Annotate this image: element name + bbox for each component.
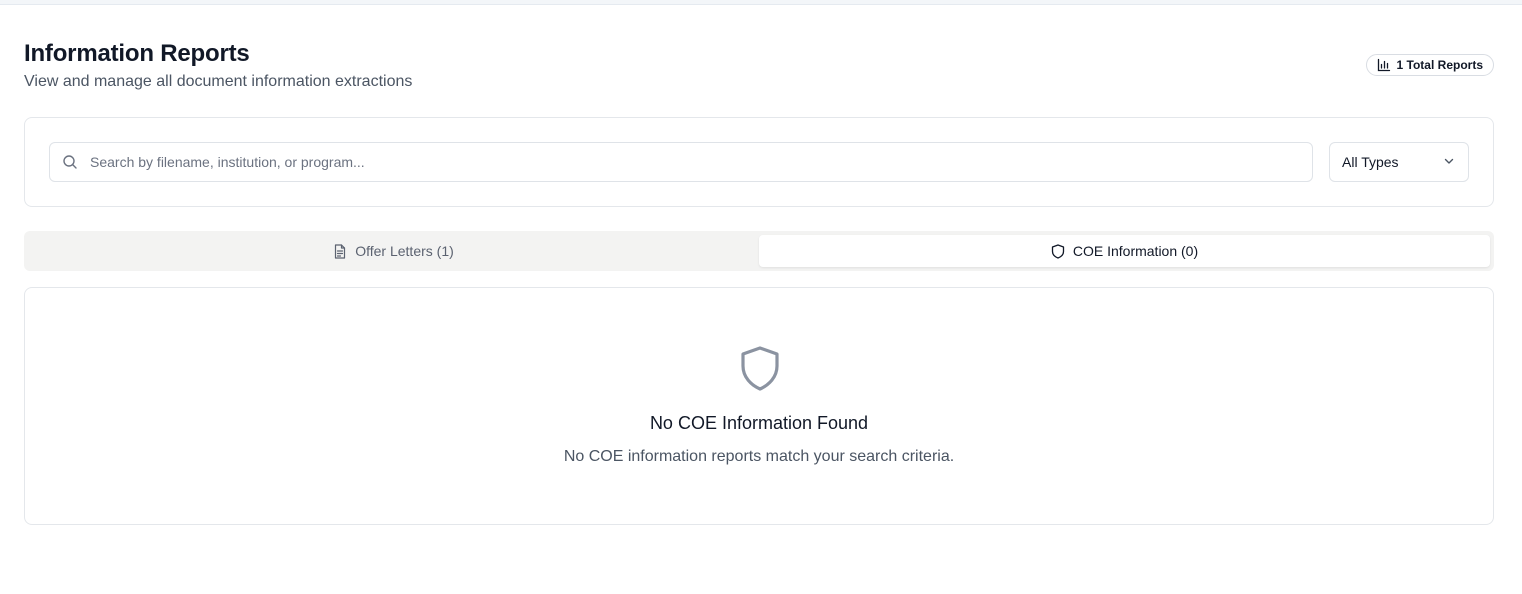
tab-coe-information-label: COE Information (0) — [1072, 243, 1199, 259]
empty-state-title: No COE Information Found — [649, 413, 869, 433]
total-reports-badge: 1 Total Reports — [1365, 54, 1494, 76]
empty-state-message: No COE information reports match your se… — [563, 448, 955, 465]
search-icon — [62, 154, 78, 170]
tab-offer-letters[interactable]: Offer Letters (1) — [28, 235, 759, 267]
search-box[interactable] — [49, 142, 1313, 182]
page-title: Information Reports — [24, 40, 250, 67]
shield-icon — [740, 346, 780, 392]
tab-offer-letters-label: Offer Letters (1) — [355, 243, 454, 259]
filter-card: All Types — [24, 117, 1494, 207]
empty-state-card: No COE Information Found No COE informat… — [24, 287, 1494, 525]
shield-icon — [1051, 243, 1065, 259]
page-subtitle: View and manage all document information… — [24, 73, 413, 90]
file-text-icon — [333, 243, 347, 259]
total-reports-label: 1 Total Reports — [1396, 58, 1483, 72]
type-select[interactable]: All Types — [1329, 142, 1469, 182]
bar-chart-icon — [1377, 58, 1391, 72]
tab-coe-information[interactable]: COE Information (0) — [759, 235, 1490, 267]
top-bar — [0, 0, 1522, 5]
chevron-down-icon — [1442, 154, 1456, 171]
report-tabs: Offer Letters (1) COE Information (0) — [24, 231, 1494, 271]
page-header: Information Reports View and manage all … — [24, 40, 1494, 92]
search-input[interactable] — [90, 143, 1300, 181]
type-select-value: All Types — [1342, 154, 1399, 170]
